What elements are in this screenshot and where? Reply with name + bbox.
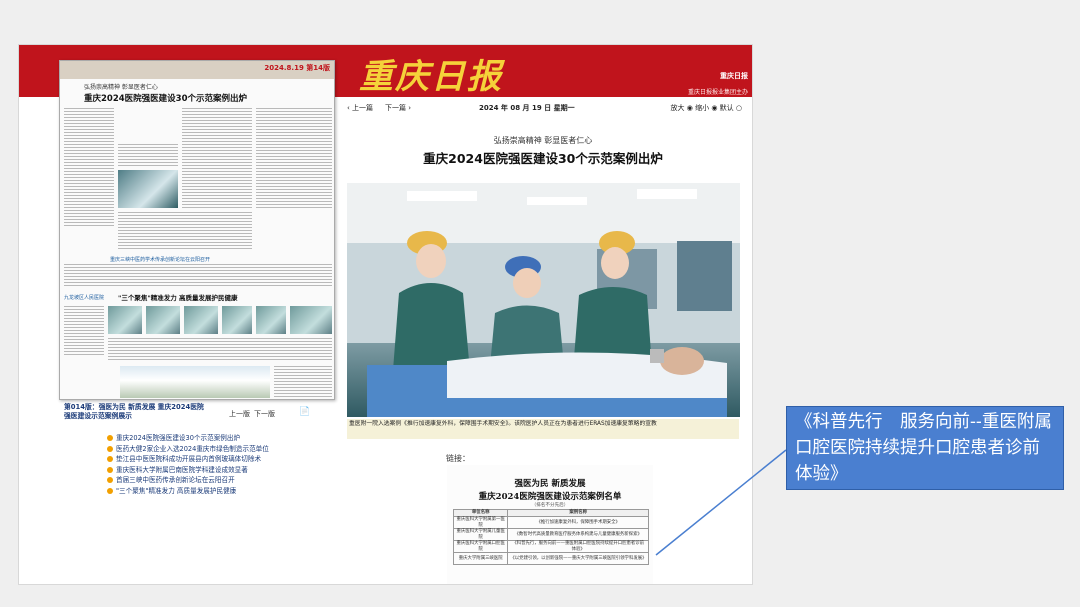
brand-subtitle: 重庆日报报业集团主办 (687, 89, 748, 96)
paper-masthead: 2024.8.19 第14版 (60, 61, 334, 79)
table-header-row: 单位名称 案例名称 (452, 509, 649, 517)
paper-photo (118, 170, 178, 208)
pdf-icon[interactable]: 📄 (299, 407, 310, 417)
table-cell: 《推行加速康复外科，保障围手术期安全》 (507, 516, 649, 529)
bullet-icon (107, 487, 113, 494)
paper-headline: 重庆2024医院强医建设30个示范案例出炉 (84, 94, 247, 104)
paper-page-label: 2024.8.19 第14版 (264, 64, 330, 72)
issue-date: 2024 年 08 月 19 日 星期一 (479, 104, 575, 112)
table-row: 重庆医科大学附属儿童医院 《数智时代高质量教育医疗服务体系构建与儿童健康服务新探… (452, 528, 649, 541)
case-list-table: 单位名称 案例名称 重庆医科大学附属第一医院 《推行加速康复外科，保障围手术期安… (452, 509, 649, 565)
case-list-note: （排名不分先后） (531, 503, 569, 508)
table-cell: 重庆医科大学附属儿童医院 (452, 528, 509, 541)
callout-box: 《科普先行 服务向前--重医附属口腔医院持续提升口腔患者诊前体验》 (786, 406, 1064, 490)
paper-photo (222, 306, 252, 334)
table-cell: 重庆大学附属三峡医院 (452, 552, 509, 565)
article-list-item[interactable]: 重庆医科大学附属巴南医院学科建设成效显著 (107, 465, 269, 476)
bullet-icon (107, 466, 113, 473)
prev-page-link[interactable]: 上一版 (229, 409, 250, 419)
table-row: 重庆大学附属三峡医院 《以党建引领，以创新强院——重庆大学附属三峡医院引领学科发… (452, 552, 649, 565)
newspaper-screenshot: 重庆日报 重庆日报 重庆日报报业集团主办 2024.8.19 第14版 弘扬崇高… (18, 44, 753, 585)
photo-caption: 重医附一院入选案例《推行加速康复外科，保障围手术期安全》。该院医护人员正在为患者… (347, 419, 739, 439)
paper-sub-kicker-2: 九龙坡区人民医院 (64, 295, 105, 301)
article-list-item[interactable]: 医药大健2家企业入选2024重庆市绿色制造示范单位 (107, 444, 269, 455)
link-label: 链接： (446, 454, 470, 463)
bullet-icon (107, 456, 113, 463)
table-header: 案例名称 (507, 509, 649, 517)
zoom-controls[interactable]: 放大 ◉ 缩小 ◉ 默认 ○ (671, 103, 742, 113)
article-kicker: 弘扬崇高精神 彰显医者仁心 (493, 136, 593, 145)
paper-body: 重庆三峡中医药学术传承创新论坛在云阳召开 九龙坡区人民医院 "三个聚焦"精准发力… (60, 104, 334, 399)
article-list: 重庆2024医院强医建设30个示范案例出炉 医药大健2家企业入选2024重庆市绿… (107, 433, 269, 497)
case-list-title: 重庆2024医院强医建设示范案例名单 (478, 492, 622, 502)
text-block (182, 108, 252, 208)
slide: 重庆日报 重庆日报 重庆日报报业集团主办 2024.8.19 第14版 弘扬崇高… (0, 0, 1080, 607)
table-row: 重庆医科大学附属第一医院 《推行加速康复外科，保障围手术期安全》 (452, 516, 649, 529)
newspaper-page-thumbnail[interactable]: 2024.8.19 第14版 弘扬崇高精神 彰显医者仁心 重庆2024医院强医建… (59, 60, 335, 400)
table-cell: 《数智时代高质量教育医疗服务体系构建与儿童健康服务新探索》 (507, 528, 649, 541)
bullet-icon (107, 435, 113, 441)
newspaper-logo: 重庆日报 (359, 57, 503, 97)
paper-photo (256, 306, 286, 334)
case-list-image: 强医为民 新质发展 重庆2024医院强医建设示范案例名单 （排名不分先后） 单位… (447, 465, 653, 584)
text-block (118, 144, 178, 166)
article-photo (347, 183, 740, 417)
text-block (64, 108, 114, 228)
text-block (64, 306, 104, 356)
table-cell: 重庆医科大学附属口腔医院 (452, 540, 509, 553)
article-list-item[interactable]: 首届三峡中医药传承创新论坛在云阳召开 (107, 475, 269, 486)
prev-article-link[interactable]: ‹ 上一篇 (347, 103, 373, 113)
next-article-link[interactable]: 下一篇 › (385, 103, 411, 113)
text-block (108, 338, 332, 360)
paper-photo (184, 306, 218, 334)
bullet-icon (107, 445, 113, 452)
table-cell: 重庆医科大学附属第一医院 (452, 516, 509, 529)
paper-photo (108, 306, 142, 334)
next-page-link[interactable]: 下一版 (254, 409, 275, 419)
page-title: 第014版：强医为民 新质发展 重庆2024医院强医建设示范案例展示 (64, 403, 204, 420)
text-block (274, 366, 332, 398)
article-list-item[interactable]: 垫江县中医医院科成功开展县内首例玻璃体切除术 (107, 454, 269, 465)
table-cell: 《以党建引领，以创新强院——重庆大学附属三峡医院引领学科发展》 (507, 552, 649, 565)
paper-kicker: 弘扬崇高精神 彰显医者仁心 (84, 84, 158, 91)
table-header: 单位名称 (452, 509, 509, 517)
bullet-icon (107, 477, 113, 484)
brand-name[interactable]: 重庆日报 (720, 71, 748, 81)
case-list-kicker: 强医为民 新质发展 (514, 479, 586, 489)
article-title: 重庆2024医院强医建设30个示范案例出炉 (423, 151, 663, 166)
text-block (64, 264, 332, 288)
article-list-item[interactable]: "三个聚焦"精准发力 高质量发展护民健康 (107, 486, 269, 497)
table-row: 重庆医科大学附属口腔医院 《科普先行，服务向前——重医附属口腔医院持续提升口腔患… (452, 540, 649, 553)
paper-photo (290, 306, 332, 334)
text-block (118, 212, 252, 250)
text-block (256, 108, 332, 208)
paper-sub-headline: "三个聚焦"精准发力 高质量发展护民健康 (118, 294, 238, 302)
article-list-item[interactable]: 重庆2024医院强医建设30个示范案例出炉 (107, 433, 269, 444)
operating-room-photo (347, 183, 740, 417)
paper-photo-hospital (120, 366, 270, 398)
highlight-box (468, 584, 668, 585)
paper-sub-kicker: 重庆三峡中医药学术传承创新论坛在云阳召开 (110, 257, 211, 263)
paper-photo (146, 306, 180, 334)
table-cell: 《科普先行，服务向前——重医附属口腔医院持续提升口腔患者诊前体验》 (507, 540, 649, 553)
